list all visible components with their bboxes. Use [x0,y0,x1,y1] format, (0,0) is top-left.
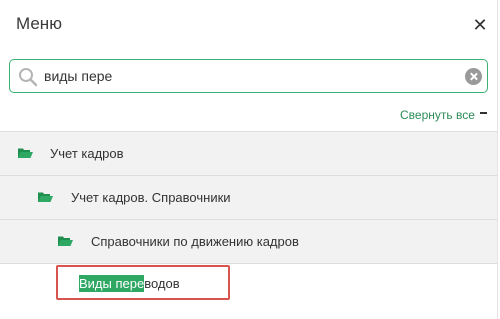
tree-item-label: Справочники по движению кадров [91,234,299,249]
folder-open-icon [58,236,73,246]
result-rest-text: водов [144,276,180,291]
collapse-all-button[interactable]: Свернуть все [400,106,487,122]
panel-edge-divider [497,0,498,319]
search-icon [19,68,38,87]
menu-title: Меню [16,14,62,33]
search-result-item[interactable]: Виды переводов [79,275,180,292]
minus-icon [479,112,487,115]
tree-item-hr-references[interactable]: Учет кадров. Справочники [0,175,497,219]
close-button[interactable]: ✕ [470,14,490,36]
menu-panel: Меню ✕ Свернуть все Учет кадров Учет кад… [0,0,500,319]
tree-item-label: Учет кадров. Справочники [71,190,231,205]
tree-item-hr-accounting[interactable]: Учет кадров [0,131,497,175]
folder-open-icon [18,148,33,158]
matched-text: Виды пере [79,275,145,292]
collapse-all-label: Свернуть все [400,108,475,122]
search-input[interactable] [44,66,454,86]
menu-header: Меню ✕ [0,0,497,52]
folder-open-icon [38,192,53,202]
clear-search-button[interactable] [465,68,482,85]
menu-search-box [9,59,488,93]
tree-item-staff-movement-references[interactable]: Справочники по движению кадров [0,219,497,263]
close-icon: ✕ [472,15,488,35]
tree-item-label: Учет кадров [50,146,124,161]
